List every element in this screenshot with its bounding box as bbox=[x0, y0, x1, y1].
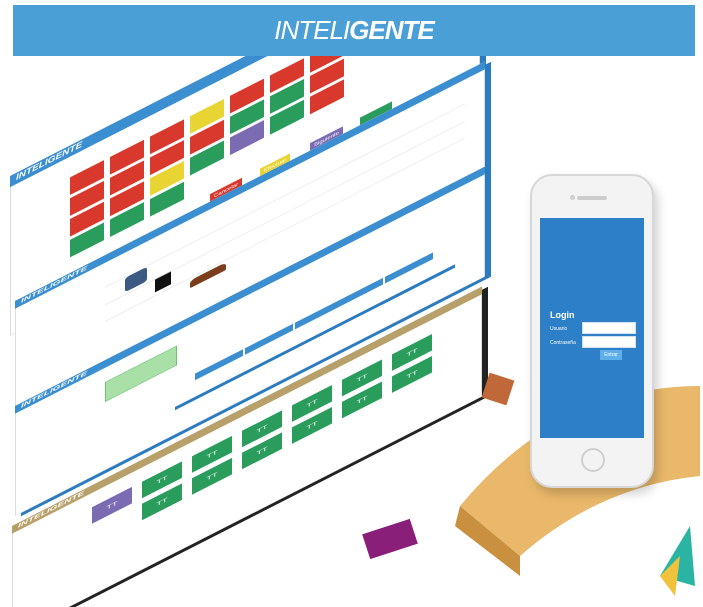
phone-speaker bbox=[577, 196, 607, 200]
phone-screen: Login Usuario Contraseña Entrar bbox=[540, 218, 644, 438]
username-label: Usuario bbox=[550, 326, 568, 332]
product-illustration: INTELIGENTE Cancelar Efectuar Siguiente bbox=[0, 56, 703, 607]
home-button[interactable] bbox=[581, 448, 605, 472]
brand-logo-light: INTELI bbox=[274, 15, 350, 45]
login-title: Login bbox=[550, 310, 575, 320]
brand-logo: INTELIGENTE bbox=[274, 15, 434, 46]
phone-mockup: Login Usuario Contraseña Entrar bbox=[530, 174, 654, 488]
orange-block bbox=[481, 372, 515, 406]
login-button[interactable]: Entrar bbox=[600, 350, 622, 360]
top-banner: INTELIGENTE bbox=[13, 5, 695, 56]
password-label: Contraseña bbox=[550, 340, 576, 346]
username-field[interactable] bbox=[582, 322, 636, 334]
purple-block bbox=[362, 518, 418, 560]
password-field[interactable] bbox=[582, 336, 636, 348]
brand-logo-bold: GENTE bbox=[349, 15, 435, 45]
camera-icon bbox=[570, 195, 575, 200]
